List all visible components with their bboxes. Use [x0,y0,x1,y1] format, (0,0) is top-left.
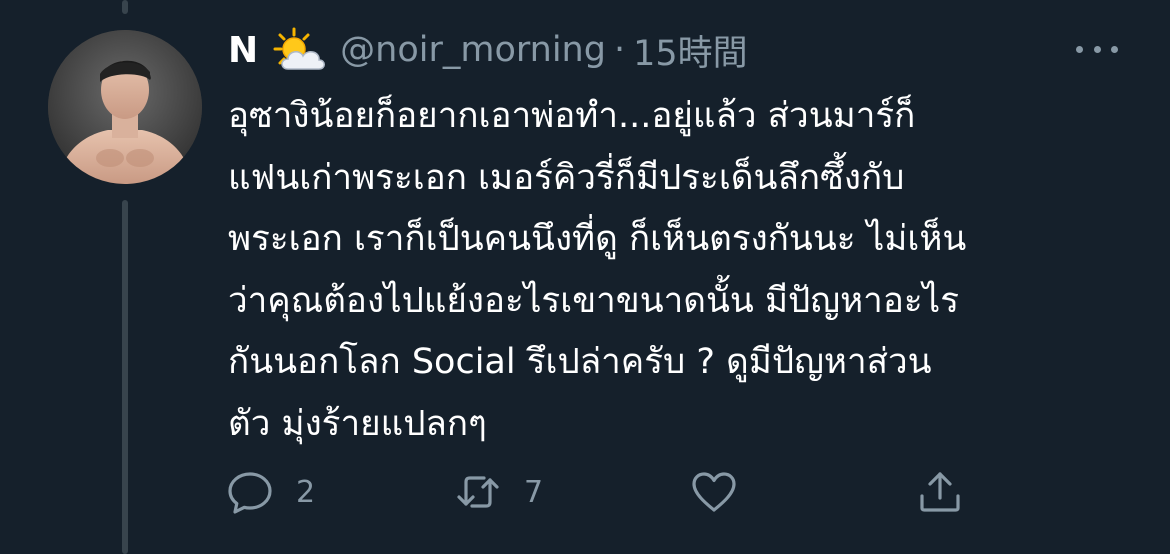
share-button[interactable] [916,464,964,520]
more-dot-icon [1076,45,1083,53]
thread-line-bottom [122,200,128,554]
more-dot-icon [1093,45,1101,53]
heart-icon [692,472,736,512]
tweet-text-line: ตัว มุ่งร้ายแปลกๆ [228,403,487,444]
reply-button[interactable]: 2 [226,464,315,520]
separator-dot: · [613,30,626,70]
tweet-header: N @noir_morning · 15時間 [228,24,748,76]
retweet-button[interactable]: 7 [454,464,543,520]
display-name[interactable]: N [228,30,258,71]
thread-line-top [122,0,128,14]
like-button[interactable] [690,464,738,520]
tweet-text: อุซางิน้อยก็อยากเอาพ่อทำ...อยู่แล้ว ส่วน… [228,86,1143,455]
avatar[interactable] [48,30,202,184]
tweet-actions: 2 7 [226,464,986,520]
tweet-timestamp[interactable]: 15時間 [633,25,748,76]
tweet-text-line: พระเอก เราก็เป็นคนนึงที่ดู ก็เห็นตรงกันน… [228,219,967,259]
reply-count: 2 [296,474,316,510]
tweet-text-line: กันนอกโลก Social รึเปล่าครับ ? ดูมีปัญหา… [228,342,932,382]
retweet-count: 7 [524,474,544,510]
more-dot-icon [1111,45,1118,53]
share-icon [920,472,960,512]
more-options-button[interactable] [1072,34,1122,64]
reply-icon [228,472,272,514]
avatar-image [48,30,202,184]
user-handle[interactable]: @noir_morning [340,30,606,70]
tweet-text-line: แฟนเก่าพระเอก เมอร์คิวรี่ก็มีประเด็นลึกซ… [228,157,905,198]
tweet-text-line: ว่าคุณต้องไปแย้งอะไรเขาขนาดนั้น มีปัญหาอ… [228,280,960,321]
tweet-text-line: อุซางิน้อยก็อยากเอาพ่อทำ...อยู่แล้ว ส่วน… [228,96,916,136]
sun-behind-cloud-icon [272,27,326,73]
retweet-icon [457,476,499,508]
